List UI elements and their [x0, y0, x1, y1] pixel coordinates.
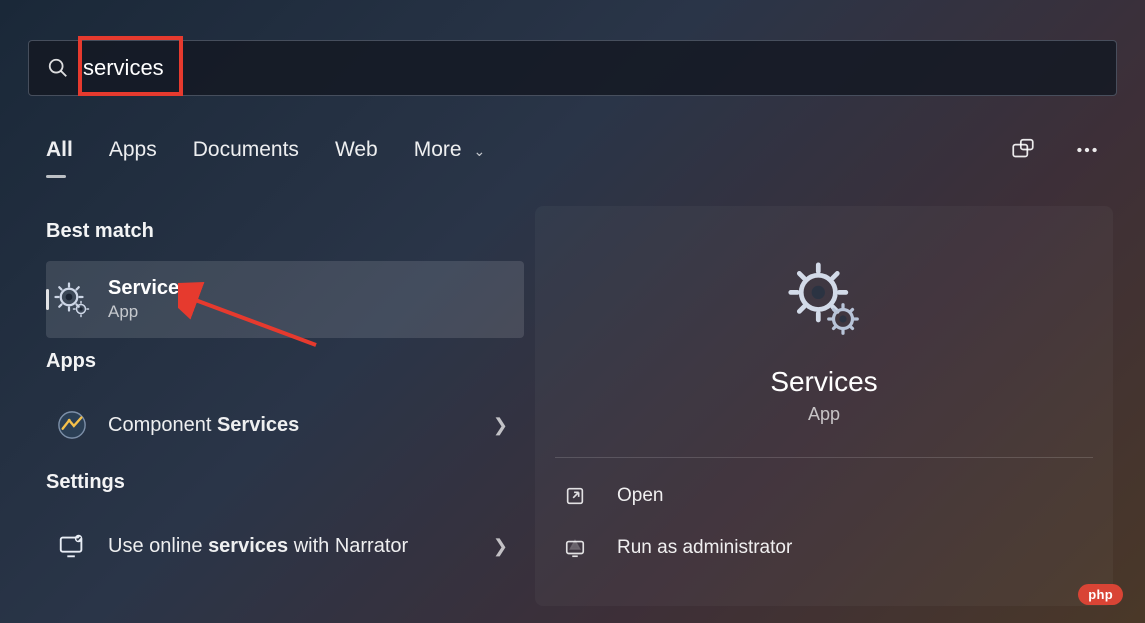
monitor-icon — [54, 528, 90, 564]
component-services-icon — [54, 407, 90, 443]
result-line: Component Services — [108, 414, 493, 437]
open-icon — [563, 484, 587, 508]
result-line: Use online services with Narrator — [108, 535, 493, 558]
detail-title: Services — [535, 366, 1113, 398]
result-subtitle: App — [108, 302, 514, 322]
search-input[interactable] — [83, 41, 1098, 95]
tab-all[interactable]: All — [46, 138, 73, 178]
section-apps: Apps — [46, 350, 524, 373]
action-label: Run as administrator — [617, 537, 792, 559]
detail-app-icon — [535, 262, 1113, 338]
search-icon — [47, 57, 69, 79]
tab-web[interactable]: Web — [335, 138, 378, 178]
action-run-admin[interactable]: Run as administrator — [535, 522, 1113, 574]
more-options-icon[interactable] — [1073, 136, 1101, 164]
action-open[interactable]: Open — [535, 470, 1113, 522]
watermark-badge: php — [1078, 584, 1123, 605]
detail-panel: Services App Open Run as administrator — [535, 206, 1113, 606]
chevron-right-icon: ❯ — [493, 536, 508, 557]
result-narrator-services[interactable]: Use online services with Narrator ❯ — [46, 512, 524, 580]
chat-icon[interactable] — [1009, 136, 1037, 164]
filter-tabs: All Apps Documents Web More ⌄ — [46, 138, 485, 178]
run-admin-icon — [563, 536, 587, 560]
detail-subtitle: App — [535, 404, 1113, 425]
tab-apps[interactable]: Apps — [109, 138, 157, 178]
divider — [555, 457, 1093, 458]
section-settings: Settings — [46, 471, 524, 494]
result-services[interactable]: Services App — [46, 261, 524, 338]
tab-documents[interactable]: Documents — [193, 138, 299, 178]
section-best-match: Best match — [46, 220, 524, 243]
search-bar[interactable] — [28, 40, 1117, 96]
gear-icon — [54, 282, 90, 318]
results-panel: Best match Services App Apps — [46, 220, 524, 580]
tab-more[interactable]: More ⌄ — [414, 138, 485, 178]
chevron-right-icon: ❯ — [493, 415, 508, 436]
tab-more-label: More — [414, 138, 462, 161]
chevron-down-icon: ⌄ — [473, 143, 485, 159]
result-component-services[interactable]: Component Services ❯ — [46, 391, 524, 459]
action-label: Open — [617, 485, 663, 507]
result-title: Services — [108, 277, 514, 300]
